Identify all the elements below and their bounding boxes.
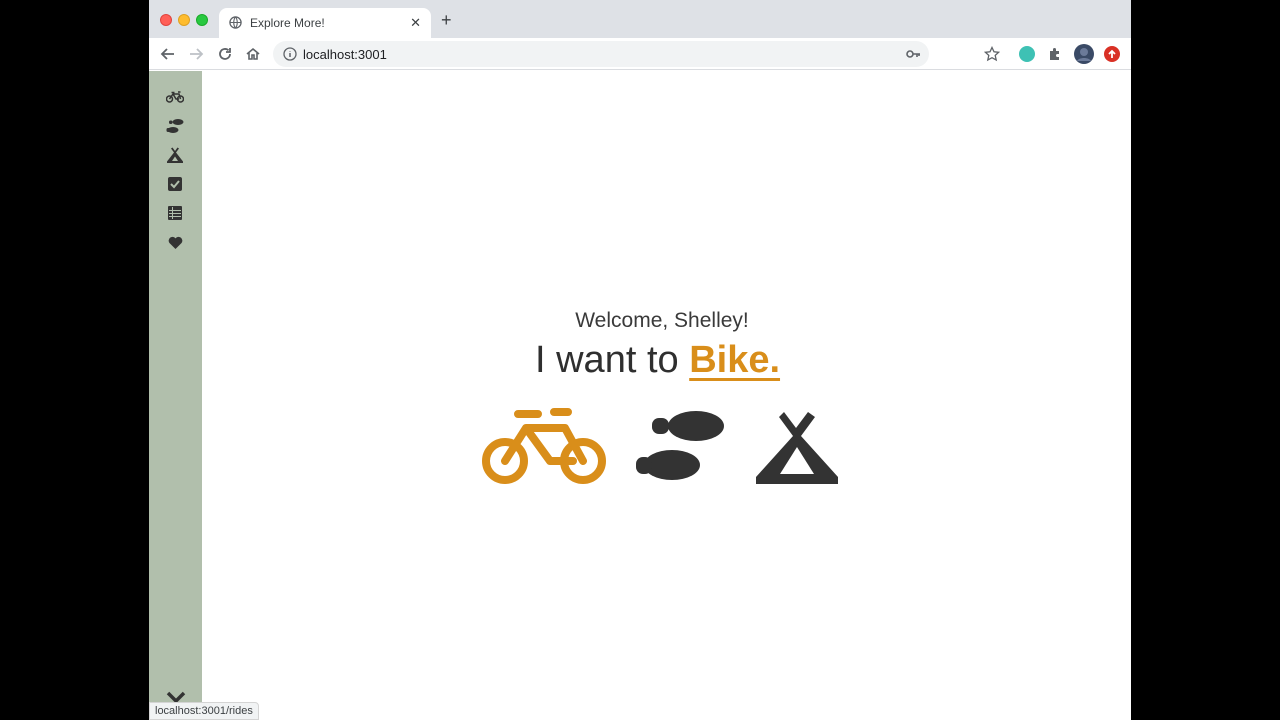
- footprints-icon: [166, 119, 184, 133]
- puzzle-icon: [1050, 48, 1059, 60]
- bicycle-icon: [482, 408, 606, 484]
- reload-button[interactable]: [215, 44, 235, 64]
- minimize-window-button[interactable]: [178, 14, 190, 26]
- info-icon[interactable]: [283, 47, 297, 66]
- page-content: Welcome, Shelley! I want to Bike.: [149, 71, 1131, 720]
- profile-avatar[interactable]: [1074, 44, 1094, 64]
- sidebar-item-camp[interactable]: [165, 145, 185, 165]
- status-bar-url: localhost:3001/rides: [149, 702, 259, 720]
- forward-button[interactable]: [186, 44, 206, 64]
- home-icon: [246, 47, 260, 60]
- globe-icon: [229, 16, 242, 34]
- extension-m-icon: [1019, 46, 1035, 62]
- bicycle-icon: [166, 91, 184, 103]
- forward-arrow-icon: [190, 48, 204, 60]
- sidebar: [149, 71, 202, 720]
- url-text: localhost:3001: [303, 47, 387, 62]
- activity-camp-button[interactable]: [752, 410, 842, 489]
- browser-toolbar: localhost:3001: [149, 38, 1131, 70]
- footprints-icon: [636, 411, 724, 480]
- welcome-message: Welcome, Shelley!: [575, 309, 749, 332]
- sidebar-item-hike[interactable]: [165, 116, 185, 136]
- new-tab-button[interactable]: +: [441, 11, 452, 29]
- avatar-icon: [1074, 44, 1094, 64]
- list-icon: [168, 206, 182, 220]
- checkbox-icon: [168, 177, 182, 191]
- extension-m-button[interactable]: [1017, 44, 1037, 64]
- tent-icon: [167, 147, 183, 163]
- sidebar-item-list[interactable]: [165, 203, 185, 223]
- star-icon: [984, 46, 1000, 62]
- tab-explore-more[interactable]: Explore More! ✕: [219, 8, 431, 38]
- browser-window: Explore More! ✕ + localhost:3001 Welcome…: [149, 0, 1131, 720]
- tab-bar: Explore More! ✕ +: [149, 0, 1131, 38]
- bookmark-star-button[interactable]: [982, 44, 1002, 64]
- update-arrow-icon: [1104, 46, 1120, 62]
- page-title: I want to Bike.: [535, 339, 780, 382]
- headline-prefix: I want to: [535, 339, 690, 381]
- tent-icon: [756, 412, 838, 484]
- tab-close-icon[interactable]: ✕: [410, 15, 421, 31]
- activity-hike-button[interactable]: [634, 410, 726, 489]
- key-icon[interactable]: [905, 46, 921, 67]
- sidebar-item-bike[interactable]: [165, 87, 185, 107]
- activity-bike-button[interactable]: [482, 408, 608, 491]
- back-button[interactable]: [158, 44, 178, 64]
- sidebar-item-favorites[interactable]: [165, 232, 185, 252]
- heart-icon: [168, 236, 182, 249]
- close-window-button[interactable]: [160, 14, 172, 26]
- extensions-button[interactable]: [1045, 44, 1065, 64]
- update-button[interactable]: [1102, 44, 1122, 64]
- back-arrow-icon: [160, 48, 174, 60]
- sidebar-item-checklist[interactable]: [165, 174, 185, 194]
- reload-icon: [219, 48, 231, 60]
- selected-activity-label[interactable]: Bike.: [689, 339, 780, 381]
- home-button[interactable]: [243, 44, 263, 64]
- tab-title: Explore More!: [250, 16, 325, 30]
- address-bar[interactable]: localhost:3001: [273, 41, 929, 67]
- maximize-window-button[interactable]: [196, 14, 208, 26]
